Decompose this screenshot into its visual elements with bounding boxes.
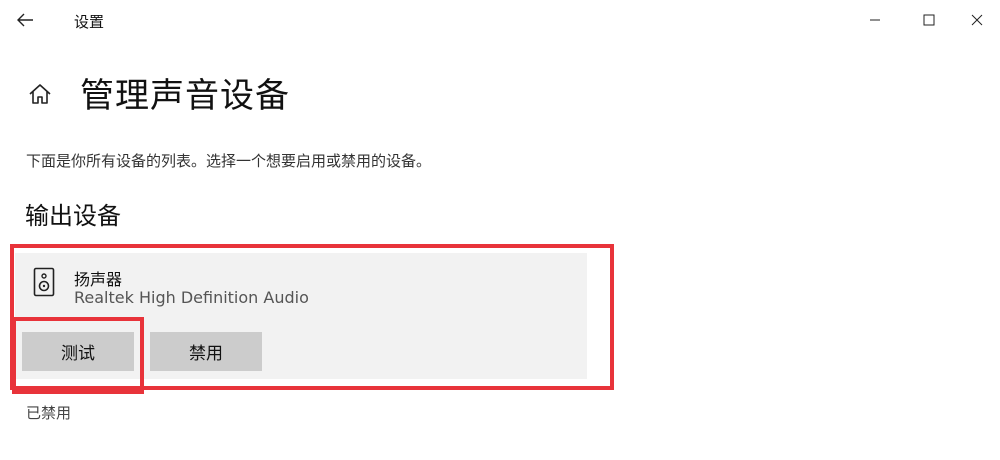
minimize-icon [870, 19, 880, 21]
back-button[interactable] [10, 6, 40, 34]
home-button[interactable] [24, 78, 56, 110]
disabled-status-label: 已禁用 [26, 404, 72, 422]
output-devices-heading: 输出设备 [25, 202, 121, 230]
speaker-device-card[interactable]: 扬声器 Realtek High Definition Audio 测试 禁用 [15, 253, 587, 379]
maximize-button[interactable] [906, 0, 952, 40]
device-subtitle: Realtek High Definition Audio [74, 288, 309, 307]
page-title: 管理声音设备 [80, 76, 290, 116]
maximize-icon [923, 14, 935, 26]
close-icon [971, 14, 983, 26]
minimize-button[interactable] [852, 0, 898, 40]
page-description: 下面是你所有设备的列表。选择一个想要启用或禁用的设备。 [26, 152, 432, 170]
close-button[interactable] [954, 0, 1000, 40]
home-icon [29, 84, 51, 104]
disable-button[interactable]: 禁用 [150, 332, 262, 371]
window-title: 设置 [74, 13, 105, 31]
device-name: 扬声器 [74, 270, 123, 289]
back-arrow-icon [17, 13, 33, 27]
speaker-icon [33, 267, 55, 297]
test-button[interactable]: 测试 [22, 332, 134, 371]
